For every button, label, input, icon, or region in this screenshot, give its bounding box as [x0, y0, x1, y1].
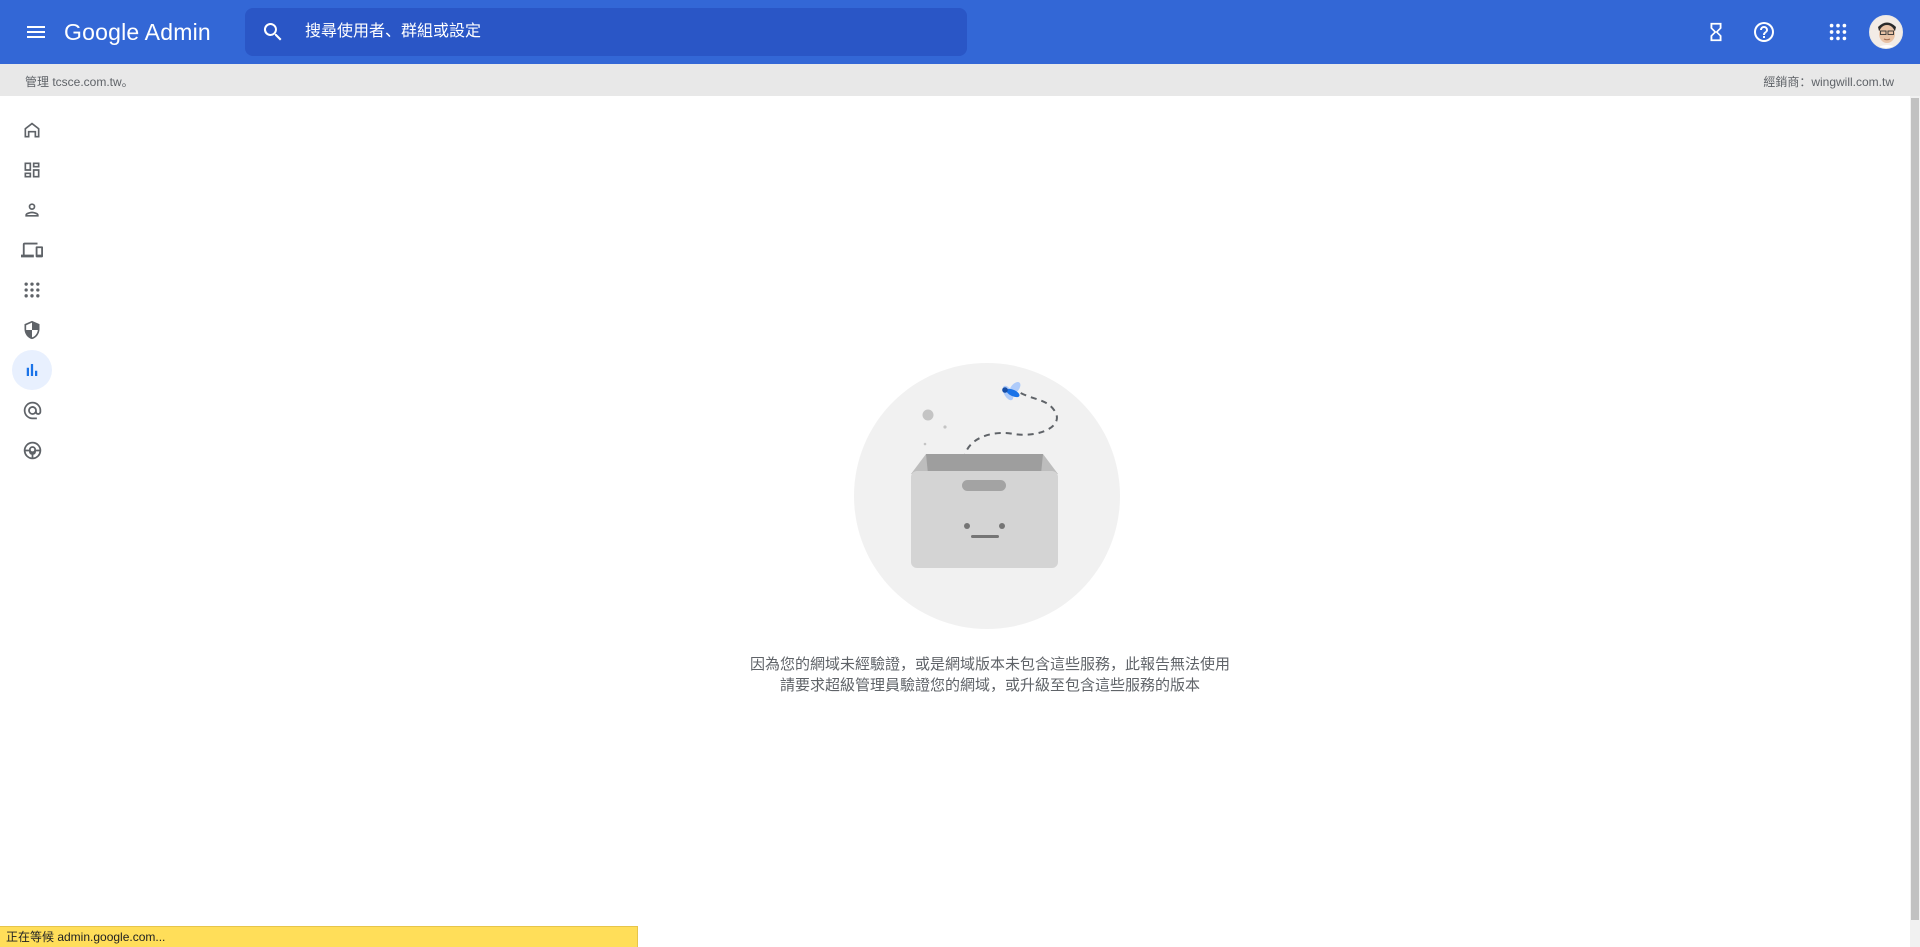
apps-icon	[24, 282, 40, 298]
account-info-bar: 管理 tcsce.com.tw。 經銷商：wingwill.com.tw	[0, 64, 1920, 96]
vertical-scrollbar-thumb[interactable]	[1911, 98, 1919, 920]
managed-domain-text: 管理 tcsce.com.tw。	[25, 75, 134, 89]
empty-state-illustration	[854, 363, 1120, 629]
search-input[interactable]	[301, 8, 967, 56]
search-icon	[263, 23, 282, 41]
security-shield-icon	[24, 320, 40, 340]
account-avatar[interactable]	[1869, 15, 1903, 49]
email-at-icon	[23, 401, 41, 419]
nav-dashboard[interactable]	[12, 150, 52, 190]
nav-home[interactable]	[12, 110, 52, 150]
nav-security[interactable]	[12, 310, 52, 350]
search-bar[interactable]	[245, 8, 967, 56]
empty-state-line-1: 因為您的網域未經驗證，或是網域版本未包含這些服務，此報告無法使用	[749, 656, 1230, 673]
browser-status-bar: 正在等候 admin.google.com...	[0, 926, 638, 947]
nav-apps[interactable]	[12, 270, 52, 310]
apps-grid-icon	[1829, 23, 1847, 41]
nav-support[interactable]	[12, 430, 52, 470]
menu-icon	[27, 26, 45, 38]
task-progress-button[interactable]	[1696, 12, 1736, 52]
google-apps-button[interactable]	[1818, 12, 1858, 52]
hourglass-icon	[1710, 22, 1722, 42]
nav-users[interactable]	[12, 190, 52, 230]
app-logo[interactable]: Google Admin	[64, 18, 211, 46]
devices-icon	[21, 242, 43, 258]
help-button[interactable]	[1744, 12, 1784, 52]
nav-devices[interactable]	[12, 230, 52, 270]
help-icon	[1754, 22, 1774, 42]
avatar-image	[1870, 16, 1902, 48]
empty-state-line-2: 請要求超級管理員驗證您的網域，或升級至包含這些服務的版本	[779, 677, 1200, 694]
search-button[interactable]	[245, 8, 301, 56]
empty-state-message: 因為您的網域未經驗證，或是網域版本未包含這些服務，此報告無法使用 請要求超級管理…	[660, 654, 1320, 696]
main-menu-button[interactable]	[18, 14, 54, 50]
person-icon	[25, 203, 39, 217]
support-icon	[23, 441, 41, 459]
nav-rail	[0, 96, 64, 926]
top-app-bar: Google Admin	[0, 0, 1920, 64]
nav-email[interactable]	[12, 390, 52, 430]
reports-chart-icon	[26, 364, 38, 376]
nav-reports[interactable]	[12, 350, 52, 390]
reseller-text: 經銷商：wingwill.com.tw	[1763, 75, 1894, 89]
home-icon	[24, 122, 40, 138]
dashboard-icon	[24, 162, 40, 178]
